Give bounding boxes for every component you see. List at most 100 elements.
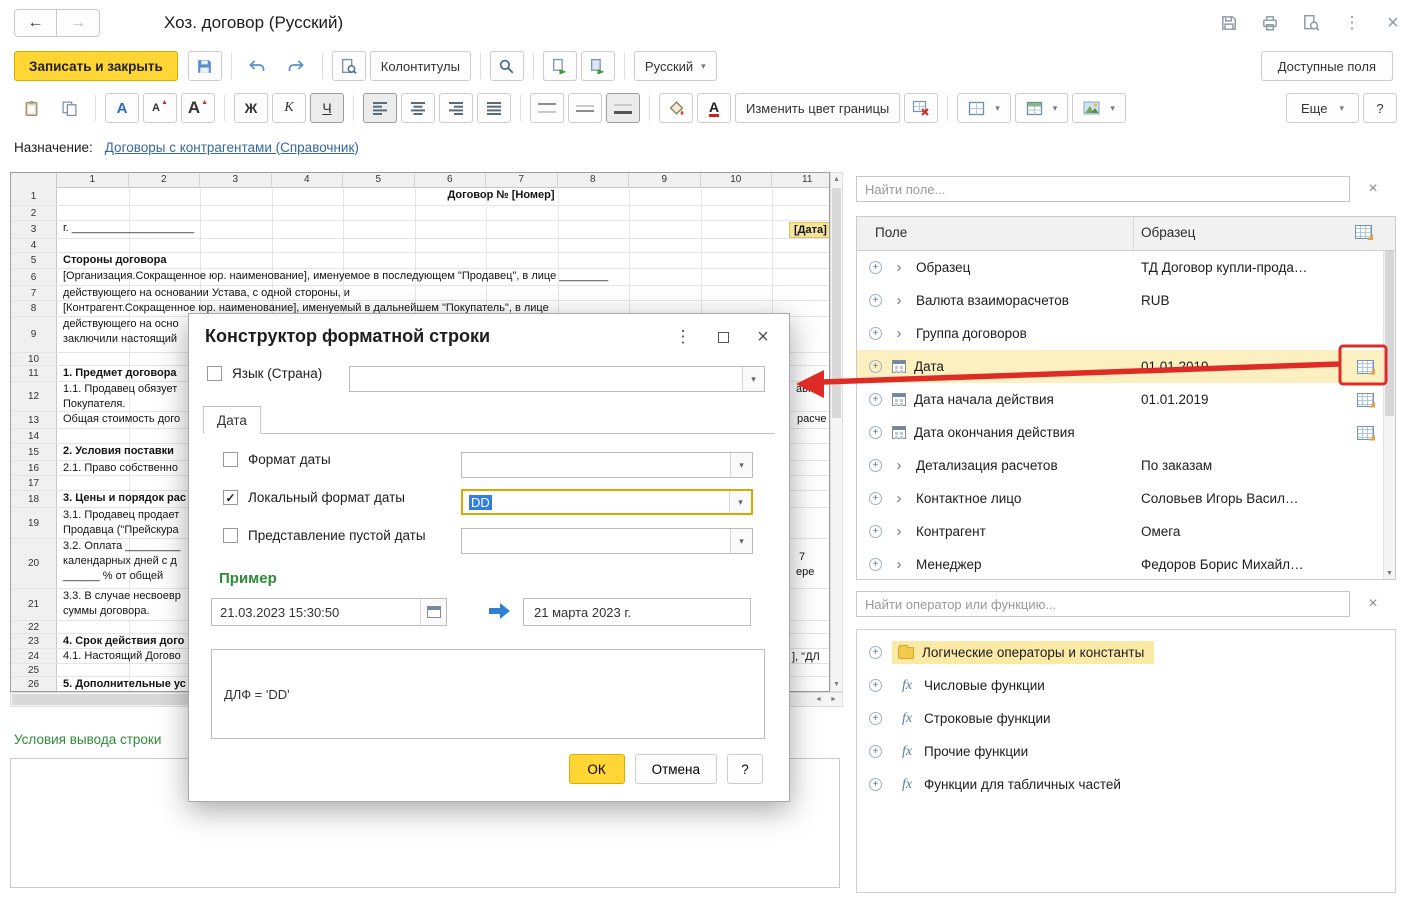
format-string-result[interactable]: ДЛФ = 'DD'	[211, 649, 765, 739]
expand-icon[interactable]: +	[869, 426, 882, 439]
chevron-down-icon[interactable]: ▾	[730, 529, 752, 553]
align-right-button[interactable]	[439, 93, 473, 123]
clear-borders-button[interactable]	[904, 93, 938, 123]
expand-icon[interactable]: +	[869, 294, 882, 307]
format-settings-icon[interactable]	[1357, 426, 1374, 440]
paste-button[interactable]	[14, 93, 48, 123]
align-center-button[interactable]	[401, 93, 435, 123]
scroll-up-icon[interactable]: ▲	[831, 173, 842, 186]
grid-row[interactable]: 4	[11, 239, 829, 253]
function-group-row[interactable]: +fxЧисловые функции	[857, 669, 1395, 702]
field-row[interactable]: +Дата01.01.2019	[857, 350, 1395, 383]
font-button[interactable]: А	[105, 93, 139, 123]
function-group-row[interactable]: +fxПрочие функции	[857, 735, 1395, 768]
border-bottom-button[interactable]	[606, 93, 640, 123]
grid-row[interactable]: 1Договор № [Номер]	[11, 188, 829, 206]
format-settings-icon[interactable]	[1355, 225, 1372, 239]
copy-format-button[interactable]	[543, 51, 577, 81]
assignment-link[interactable]: Договоры с контрагентами (Справочник)	[105, 140, 359, 155]
picture-menu-button[interactable]: ▾	[1072, 93, 1126, 123]
chevron-down-icon[interactable]: ▾	[729, 491, 751, 513]
format-settings-icon[interactable]	[1357, 360, 1374, 374]
format-settings-icon[interactable]	[1357, 393, 1374, 407]
expand-icon[interactable]: +	[869, 393, 882, 406]
ok-button[interactable]: ОК	[569, 754, 625, 784]
scroll-down-icon[interactable]: ▼	[1384, 570, 1395, 577]
local-date-format-checkbox[interactable]: ✓	[223, 490, 238, 505]
underline-button[interactable]: Ч	[310, 93, 344, 123]
border-top-button[interactable]	[530, 93, 564, 123]
field-row[interactable]: +›МенеджерФедоров Борис Михайл…	[857, 548, 1395, 580]
menu-icon[interactable]: ⋮	[1340, 11, 1364, 35]
grid-row[interactable]: 5Стороны договора	[11, 253, 829, 269]
function-group-row[interactable]: +Логические операторы и константы	[857, 636, 1395, 669]
language-select[interactable]: ▾	[349, 366, 765, 392]
help-button[interactable]: ?	[1363, 93, 1397, 123]
borders-menu-button[interactable]: ▾	[957, 93, 1011, 123]
expand-icon[interactable]: +	[869, 459, 882, 472]
zoom-button[interactable]	[490, 51, 524, 81]
save-icon[interactable]	[1217, 11, 1241, 35]
field-search-close-icon[interactable]: ×	[1356, 177, 1390, 201]
save-and-close-button[interactable]: Записать и закрыть	[14, 51, 178, 81]
grid-row[interactable]: 6[Организация.Сокращенное юр. наименован…	[11, 269, 829, 286]
dialog-help-button[interactable]: ?	[727, 754, 763, 784]
local-date-format-select[interactable]: DD ▾	[461, 489, 753, 515]
preview-icon[interactable]	[1299, 11, 1323, 35]
text-color-button[interactable]: А	[697, 93, 731, 123]
table-style-menu-button[interactable]: ▾	[1015, 93, 1069, 123]
cancel-button[interactable]: Отмена	[635, 754, 717, 784]
undo-button[interactable]	[241, 51, 275, 81]
grid-row[interactable]: 7действующего на основании Устава, с одн…	[11, 286, 829, 301]
expand-icon[interactable]: +	[869, 679, 882, 692]
expand-icon[interactable]: +	[869, 327, 882, 340]
more-button[interactable]: Еще ▾	[1286, 93, 1359, 123]
language-select[interactable]: Русский ▾	[634, 51, 717, 81]
grid-vertical-scrollbar[interactable]: ▲ ▼	[830, 172, 843, 692]
back-button[interactable]: ←	[14, 9, 57, 37]
function-search-input[interactable]	[856, 591, 1350, 617]
expand-icon[interactable]: +	[869, 492, 882, 505]
grid-row[interactable]: 2	[11, 206, 829, 221]
headers-footers-button[interactable]: Колонтитулы	[370, 51, 471, 81]
expand-icon[interactable]: +	[869, 360, 882, 373]
empty-date-checkbox[interactable]	[223, 528, 238, 543]
dialog-maximize-icon[interactable]	[713, 326, 733, 348]
tab-date[interactable]: Дата	[203, 406, 261, 434]
field-row[interactable]: +›Детализация расчетовПо заказам	[857, 449, 1395, 482]
calendar-picker-button[interactable]	[420, 599, 446, 625]
grid-row[interactable]: 3г. ____________________	[11, 221, 829, 239]
bold-button[interactable]: Ж	[234, 93, 268, 123]
fields-scrollbar[interactable]: ▼	[1383, 251, 1395, 579]
scroll-right-icon[interactable]: ►	[826, 693, 841, 706]
save-button[interactable]	[188, 51, 222, 81]
scroll-thumb[interactable]	[832, 188, 841, 418]
field-search-input[interactable]	[856, 176, 1350, 202]
print-icon[interactable]	[1258, 11, 1282, 35]
example-date-input[interactable]: 21.03.2023 15:30:50	[211, 598, 447, 626]
font-size-increase-button[interactable]: А▲	[181, 93, 215, 123]
chevron-down-icon[interactable]: ▾	[742, 367, 764, 391]
expand-icon[interactable]: +	[869, 712, 882, 725]
field-row[interactable]: +›Валюта взаиморасчетовRUB	[857, 284, 1395, 317]
field-row[interactable]: +›Контактное лицоСоловьев Игорь Васил…	[857, 482, 1395, 515]
function-group-row[interactable]: +fxФункции для табличных частей	[857, 768, 1395, 801]
expand-icon[interactable]: +	[869, 261, 882, 274]
expand-icon[interactable]: +	[869, 778, 882, 791]
field-row[interactable]: +Дата окончания действия	[857, 416, 1395, 449]
font-size-decrease-button[interactable]: А▲	[143, 93, 177, 123]
italic-button[interactable]: К	[272, 93, 306, 123]
expand-icon[interactable]: +	[869, 745, 882, 758]
field-row[interactable]: +›ОбразецТД Договор купли-прода…	[857, 251, 1395, 284]
fill-color-button[interactable]	[659, 93, 693, 123]
close-icon[interactable]: ×	[1381, 11, 1405, 35]
field-row[interactable]: +›Группа договоров	[857, 317, 1395, 350]
paste-format-button[interactable]	[581, 51, 615, 81]
chevron-down-icon[interactable]: ▾	[730, 453, 752, 477]
dialog-menu-icon[interactable]: ⋮	[673, 326, 693, 348]
expand-icon[interactable]: +	[869, 525, 882, 538]
copy-button[interactable]	[52, 93, 86, 123]
field-row[interactable]: +›КонтрагентОмега	[857, 515, 1395, 548]
border-middle-button[interactable]	[568, 93, 602, 123]
change-border-color-button[interactable]: Изменить цвет границы	[735, 93, 900, 123]
